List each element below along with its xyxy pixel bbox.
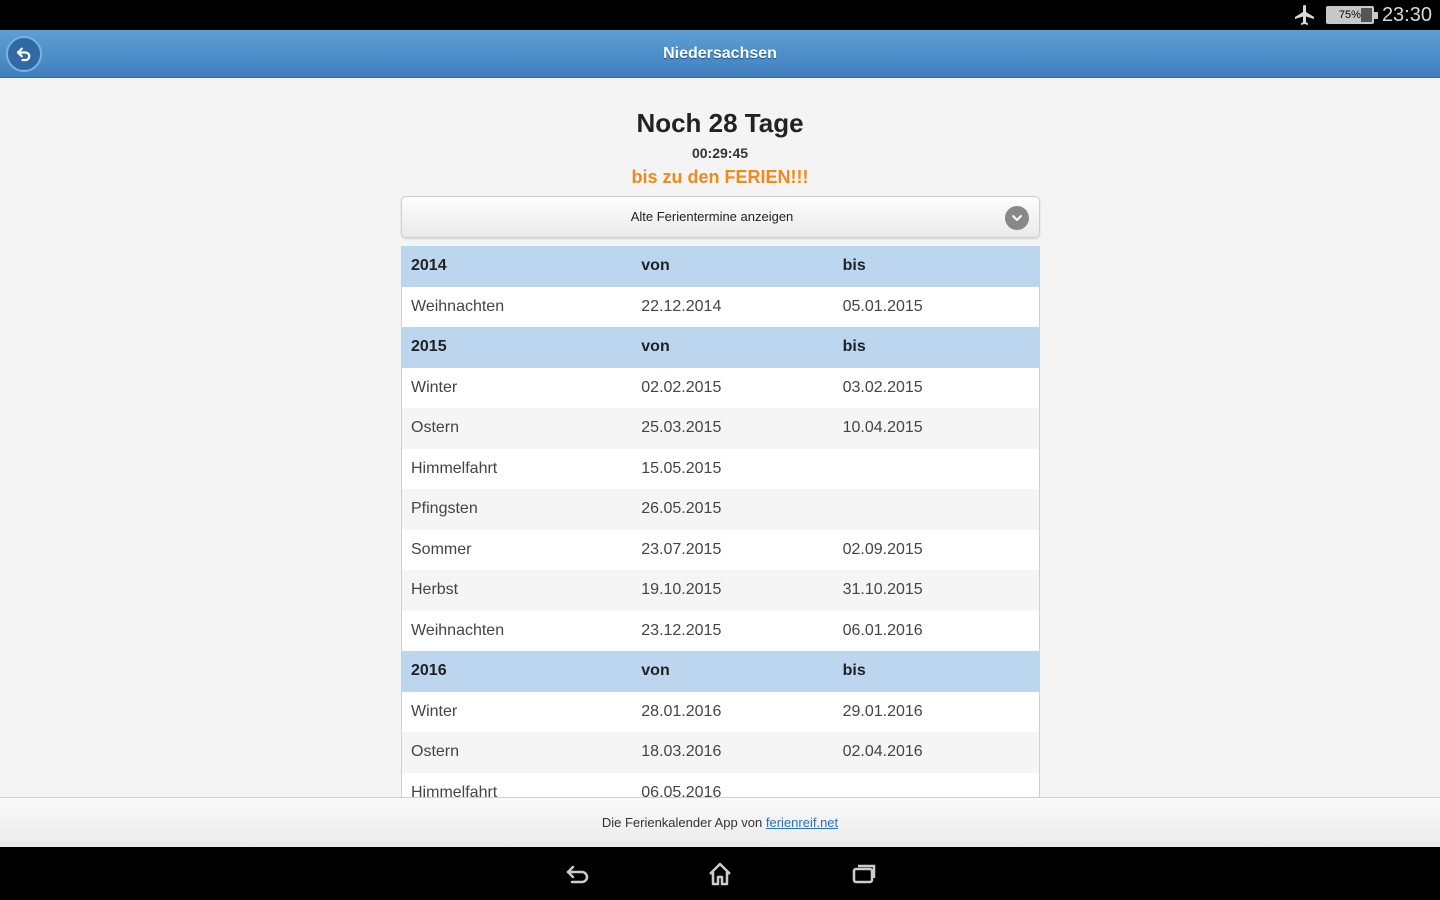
table-row: Weihnachten 23.12.2015 06.01.2016 [402,610,1039,651]
table-row: Himmelfahrt 06.05.2016 [402,772,1039,798]
table-cell: 06.05.2016 [641,783,722,797]
table-row: Weihnachten 22.12.2014 05.01.2015 [402,286,1039,327]
table-cell: Ostern [411,743,460,761]
table-cell: 02.02.2015 [641,378,722,396]
table-cell: 18.03.2016 [641,743,722,761]
countdown-time: 00:29:45 [691,145,749,161]
battery-percent: 75% [1338,9,1361,21]
table-row: Herbst 19.10.2015 31.10.2015 [402,570,1039,611]
table-cell: 2016 [411,662,447,680]
table-cell: 22.12.2014 [641,297,722,315]
table-cell: 15.05.2015 [641,459,722,477]
table-cell: Weihnachten [411,297,505,315]
table-cell: von [641,257,670,275]
table-cell: bis [842,338,866,356]
app-header: Niedersachsen [0,30,1440,78]
status-bar: 75% 23:30 [0,0,1440,30]
table-cell: 02.09.2015 [842,540,923,558]
home-icon [709,862,731,886]
table-row: Himmelfahrt 15.05.2015 [402,448,1039,490]
table-row: Pfingsten 26.05.2015 [402,489,1039,530]
table-year-header-row: 2014 von bis [402,246,1039,287]
footer-text: Die Ferienkalender App von [601,815,763,830]
table-cell: 10.04.2015 [842,419,923,437]
table-cell: Ostern [411,419,460,437]
table-year-header-row: 2015 von bis [402,327,1039,368]
nav-back-button[interactable] [562,859,594,889]
table-row: Ostern 25.03.2015 10.04.2015 [402,408,1039,449]
countdown: Noch 28 Tage 00:29:45 bis zu den FERIEN!… [0,106,1440,190]
airplane-icon [1294,5,1314,25]
table-cell: 31.10.2015 [842,581,923,599]
table-cell: 23.12.2015 [641,621,722,639]
back-button[interactable] [6,36,42,72]
table-cell: von [641,662,670,680]
countdown-days: Noch 28 Tage [636,108,804,138]
table-row: Ostern 18.03.2016 02.04.2016 [402,732,1039,773]
table-cell: von [641,338,670,356]
page-title: Niedersachsen [663,45,777,62]
table-cell: Winter [411,702,458,720]
table-cell [843,773,1039,798]
table-cell: Himmelfahrt [411,459,498,477]
table-cell: 23.07.2015 [641,540,722,558]
table-cell: 03.02.2015 [842,378,923,396]
table-cell: 19.10.2015 [641,581,722,599]
table-cell: Herbst [411,581,459,599]
table-cell: Sommer [411,540,472,558]
table-cell: 2014 [411,257,447,275]
table-cell: Pfingsten [411,500,478,518]
table-cell: 02.04.2016 [842,743,923,761]
table-cell: Himmelfahrt [411,783,498,797]
table-cell: Weihnachten [411,621,505,639]
nav-back-icon [566,865,589,884]
clock: 23:30 [1381,3,1432,26]
table-row: Winter 28.01.2016 29.01.2016 [402,691,1039,732]
old-dates-label: Alte Ferientermine anzeigen [630,209,794,224]
nav-recents-button[interactable] [848,859,880,889]
old-dates-toggle[interactable]: Alte Ferientermine anzeigen [401,196,1040,238]
table-cell: 05.01.2015 [842,297,923,315]
table-cell: 29.01.2016 [842,702,923,720]
footer: Die Ferienkalender App von ferienreif.ne… [0,797,1440,847]
table-cell: 28.01.2016 [641,702,722,720]
table-cell: 2015 [411,338,447,356]
nav-home-button[interactable] [704,859,736,889]
table-cell: 06.01.2016 [842,621,923,639]
countdown-caption: bis zu den FERIEN!!! [631,167,809,187]
table-year-header-row: 2016 von bis [402,651,1039,692]
table-cell: bis [842,662,866,680]
chevron-down-icon [1005,206,1029,230]
footer-link[interactable]: ferienreif.net [766,815,838,830]
table-cell [843,449,1039,490]
table-cell [843,489,1039,530]
table-row: Sommer 23.07.2015 02.09.2015 [402,529,1039,570]
table-cell: 26.05.2015 [641,500,722,518]
navigation-bar [0,847,1440,900]
table-cell: bis [842,257,866,275]
table-row: Winter 02.02.2015 03.02.2015 [402,367,1039,408]
battery-icon: 75% [1325,6,1378,24]
table-cell: 25.03.2015 [641,419,722,437]
holiday-table[interactable]: 2014 von bis Weihnachten 22.12.2014 05.01.201… [401,246,1040,797]
back-arrow-icon [16,47,31,62]
table-body: 2014 von bis Weihnachten 22.12.2014 05.01.201… [402,246,1039,797]
table-cell: Winter [411,378,458,396]
recent-apps-icon [852,864,876,884]
